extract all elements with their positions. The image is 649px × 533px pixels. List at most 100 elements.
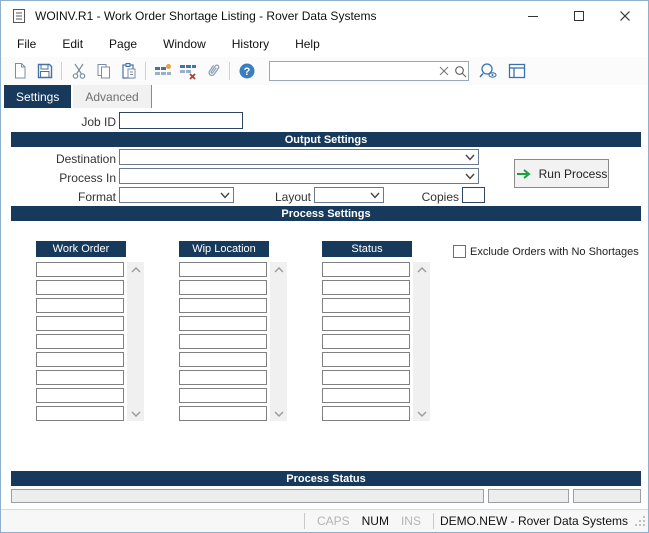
list-row-input[interactable] [36,334,124,349]
list-row-input[interactable] [322,298,410,313]
run-arrow-icon [516,167,532,181]
clear-search-icon[interactable] [436,66,452,76]
list-row-input[interactable] [322,262,410,277]
list-row-input[interactable] [36,298,124,313]
menu-edit[interactable]: Edit [50,33,95,55]
cut-button[interactable] [66,59,91,83]
status-scrollbar[interactable] [413,262,430,421]
exclude-shortages-label: Exclude Orders with No Shortages [470,246,639,258]
destination-dropdown[interactable] [119,149,479,165]
menu-file[interactable]: File [5,33,48,55]
destination-label: Destination [1,152,116,166]
run-process-label: Run Process [539,167,608,181]
list-row-input[interactable] [36,406,124,421]
save-button[interactable] [32,59,57,83]
help-button[interactable]: ? [234,59,259,83]
run-process-button[interactable]: Run Process [514,159,609,188]
copies-input[interactable] [462,187,485,203]
list-row-input[interactable] [36,316,124,331]
process-status-header: Process Status [11,471,641,486]
process-status-field-2 [488,489,569,503]
toolbar-separator [229,62,230,80]
scroll-down-icon[interactable] [127,406,144,421]
list-row-input[interactable] [179,316,267,331]
statusbar-separator [433,513,434,529]
list-row-input[interactable] [179,352,267,367]
toolbar-separator [61,62,62,80]
list-row-input[interactable] [36,370,124,385]
chevron-down-icon [464,151,476,163]
minimize-button[interactable] [510,1,556,31]
job-id-label: Job ID [1,115,116,129]
process-settings-header: Process Settings [11,206,641,221]
search-icon[interactable] [452,65,468,78]
list-row-input[interactable] [179,388,267,403]
status-header: Status [322,241,412,257]
scroll-up-icon[interactable] [270,262,287,277]
window-controls [510,1,648,31]
attachment-icon[interactable] [200,59,225,83]
new-document-button[interactable] [7,59,32,83]
copy-button[interactable] [91,59,116,83]
list-row-input[interactable] [36,352,124,367]
work-order-scrollbar[interactable] [127,262,144,421]
window-layout-button[interactable] [504,59,529,83]
close-button[interactable] [602,1,648,31]
scroll-up-icon[interactable] [127,262,144,277]
process-status-field-main [11,489,484,503]
menu-bar: File Edit Page Window History Help [1,31,648,57]
tab-settings[interactable]: Settings [4,85,71,108]
num-indicator: NUM [362,514,389,528]
list-row-input[interactable] [179,370,267,385]
scroll-up-icon[interactable] [413,262,430,277]
app-document-icon [11,8,27,24]
list-row-input[interactable] [179,406,267,421]
process-in-dropdown[interactable] [119,168,479,184]
layout-label: Layout [211,190,311,204]
list-row-input[interactable] [179,334,267,349]
menu-window[interactable]: Window [151,33,218,55]
maximize-button[interactable] [556,1,602,31]
delete-detail-button[interactable] [175,59,200,83]
process-status-fields [1,489,648,504]
exclude-shortages-option: Exclude Orders with No Shortages [453,245,639,258]
menu-history[interactable]: History [220,33,281,55]
list-row-input[interactable] [36,280,124,295]
add-detail-button[interactable] [150,59,175,83]
status-bar: CAPS NUM INS DEMO.NEW - Rover Data Syste… [1,509,648,532]
scroll-down-icon[interactable] [413,406,430,421]
svg-text:?: ? [243,66,250,78]
menu-help[interactable]: Help [283,33,332,55]
list-row-input[interactable] [322,406,410,421]
toolbar-separator [145,62,146,80]
chevron-down-icon [464,170,476,182]
list-row-input[interactable] [36,388,124,403]
tab-advanced[interactable]: Advanced [73,85,151,108]
list-row-input[interactable] [322,316,410,331]
scroll-down-icon[interactable] [270,406,287,421]
main-content: Job ID Output Settings Destination Proce… [1,108,648,508]
job-id-input[interactable] [119,112,243,129]
search-input[interactable] [270,63,436,79]
tab-bar: Settings Advanced [1,85,648,108]
list-row-input[interactable] [322,370,410,385]
list-row-input[interactable] [179,298,267,313]
resize-grip[interactable] [634,515,646,527]
copies-label: Copies [359,190,459,204]
list-row-input[interactable] [322,388,410,403]
list-row-input[interactable] [322,280,410,295]
menu-page[interactable]: Page [97,33,149,55]
title-bar: WOINV.R1 - Work Order Shortage Listing -… [1,1,648,31]
list-row-input[interactable] [322,352,410,367]
status-list [322,262,410,421]
work-order-list [36,262,124,421]
search-view-button[interactable] [475,59,500,83]
list-row-input[interactable] [322,334,410,349]
list-row-input[interactable] [179,262,267,277]
paste-button[interactable] [116,59,141,83]
list-row-input[interactable] [36,262,124,277]
format-label: Format [1,190,116,204]
exclude-shortages-checkbox[interactable] [453,245,466,258]
wip-location-scrollbar[interactable] [270,262,287,421]
list-row-input[interactable] [179,280,267,295]
